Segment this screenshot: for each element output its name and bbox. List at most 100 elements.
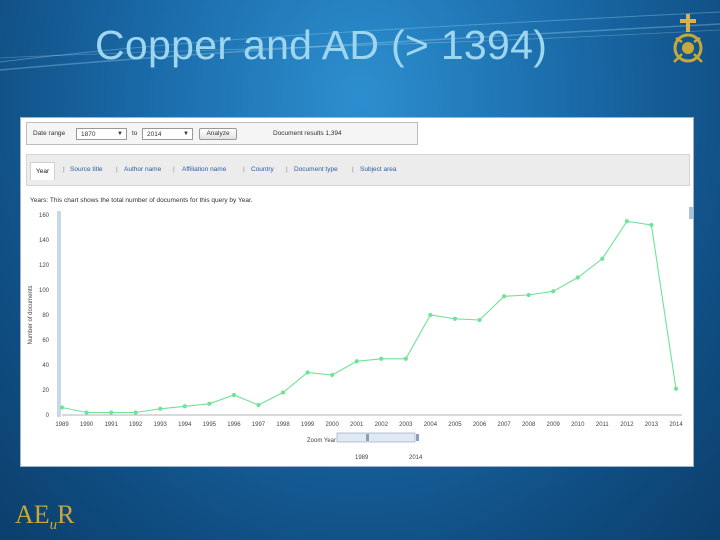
data-point (403, 356, 408, 361)
y-tick-label: 120 (39, 263, 50, 269)
y-tick-label: 20 (42, 388, 49, 394)
logo-tail: R (57, 500, 75, 529)
y-tick-label: 60 (42, 338, 49, 344)
scrollbar-thumb[interactable] (689, 207, 693, 219)
data-point (477, 317, 482, 323)
x-tick-label: 1999 (301, 422, 315, 428)
tab-separator: | (352, 166, 354, 173)
tab-separator: | (173, 166, 175, 173)
data-point (600, 256, 605, 261)
data-point (59, 405, 65, 410)
tab-subject-area[interactable]: Subject area (360, 166, 397, 173)
data-point (428, 312, 433, 318)
chevron-down-icon: ▼ (117, 131, 123, 137)
x-tick-label: 2002 (375, 422, 389, 428)
x-tick-label: 1994 (178, 422, 192, 428)
tab-document-type[interactable]: Document type (294, 166, 338, 173)
y-tick-label: 0 (46, 413, 50, 419)
data-point (133, 410, 138, 415)
zoom-control[interactable]: Zoom Year 1989 2014 (307, 432, 423, 461)
y-axis-label: Number of documents (28, 285, 34, 344)
tab-separator: | (243, 166, 245, 173)
data-point (109, 410, 114, 415)
to-year-select[interactable]: 2014 ▼ (142, 128, 193, 140)
series-line (61, 220, 677, 414)
y-tick-label: 160 (39, 213, 50, 219)
analyze-button[interactable]: Analyze (199, 128, 237, 140)
date-range-label: Date range (33, 130, 66, 137)
zoom-handle-left[interactable] (366, 434, 369, 441)
chart-marks (59, 219, 679, 415)
data-point (624, 219, 629, 224)
tab-author-name[interactable]: Author name (124, 166, 161, 173)
y-tick-label: 100 (39, 288, 50, 294)
x-tick-label: 1993 (154, 422, 168, 428)
x-tick-label: 2007 (497, 422, 511, 428)
documents-by-year-chart: 0 20 40 60 80 100 120 140 160 1989 1990 1991 1992 199… (28, 207, 693, 461)
zoom-to-label: 2014 (409, 455, 423, 461)
slide-title: Copper and AD (> 1394) (95, 22, 548, 68)
to-label: to (132, 130, 138, 137)
data-point (84, 410, 89, 415)
data-point (575, 275, 580, 280)
x-tick-label: 2010 (571, 422, 585, 428)
from-year-select[interactable]: 1870 ▼ (76, 128, 127, 140)
y-axis-band (57, 211, 61, 417)
data-point (207, 401, 212, 406)
logo-text: AE (15, 500, 50, 529)
data-point (256, 402, 261, 408)
x-tick-label: 1992 (129, 422, 143, 428)
zoom-range-window[interactable] (336, 432, 416, 443)
x-tick-label: 1995 (203, 422, 217, 428)
x-tick-label: 2014 (669, 422, 683, 428)
x-tick-label: 1997 (252, 422, 266, 428)
data-point (649, 222, 654, 228)
x-tick-label: 1989 (55, 422, 69, 428)
data-point (501, 294, 507, 299)
data-point (158, 406, 163, 411)
data-point (452, 316, 458, 321)
x-tick-label: 2008 (522, 422, 536, 428)
x-tick-label: 2003 (399, 422, 413, 428)
data-point (354, 359, 359, 364)
data-point (673, 386, 679, 391)
tab-separator: | (116, 166, 118, 173)
tab-source-title[interactable]: Source title (70, 166, 103, 173)
zoom-label: Zoom Year (307, 438, 336, 444)
x-tick-label: 1998 (276, 422, 290, 428)
x-tick-label: 2004 (424, 422, 438, 428)
x-tick-label: 1991 (104, 422, 118, 428)
analysis-tabs: Year | Source title | Author name | Affi… (26, 154, 690, 186)
chart-axes: 0 20 40 60 80 100 120 140 160 1989 1990 1991 1992 199… (28, 211, 683, 428)
x-tick-label: 2005 (448, 422, 462, 428)
data-point (330, 372, 335, 378)
data-point (182, 404, 187, 409)
y-tick-label: 80 (42, 313, 49, 319)
x-tick-label: 1990 (80, 422, 94, 428)
chart-description: Years: This chart shows the total number… (30, 197, 253, 204)
tab-affiliation-name[interactable]: Affiliation name (182, 166, 226, 173)
to-year-value: 2014 (147, 131, 162, 138)
x-tick-label: 1996 (227, 422, 241, 428)
x-tick-label: 2001 (350, 422, 364, 428)
zoom-handle-right[interactable] (416, 434, 419, 441)
data-point (305, 370, 310, 375)
x-tick-label: 2000 (325, 422, 339, 428)
data-point (526, 292, 531, 298)
tab-separator: | (63, 166, 65, 173)
from-year-value: 1870 (81, 131, 96, 138)
data-point (280, 390, 286, 395)
x-tick-label: 2009 (547, 422, 561, 428)
data-point (231, 392, 237, 398)
date-range-toolbar: Date range 1870 ▼ to 2014 ▼ Analyze Docu… (26, 122, 418, 145)
x-tick-label: 2006 (473, 422, 487, 428)
tab-year[interactable]: Year (30, 162, 56, 180)
tab-country[interactable]: Country (251, 166, 274, 173)
crest-emblem-icon (673, 14, 703, 63)
footer-logo: AEuR (15, 500, 75, 534)
y-tick-label: 140 (39, 238, 50, 244)
x-tick-label: 2011 (596, 422, 610, 428)
x-tick-label: 2013 (645, 422, 659, 428)
y-tick-label: 40 (42, 363, 49, 369)
data-point (551, 289, 556, 294)
